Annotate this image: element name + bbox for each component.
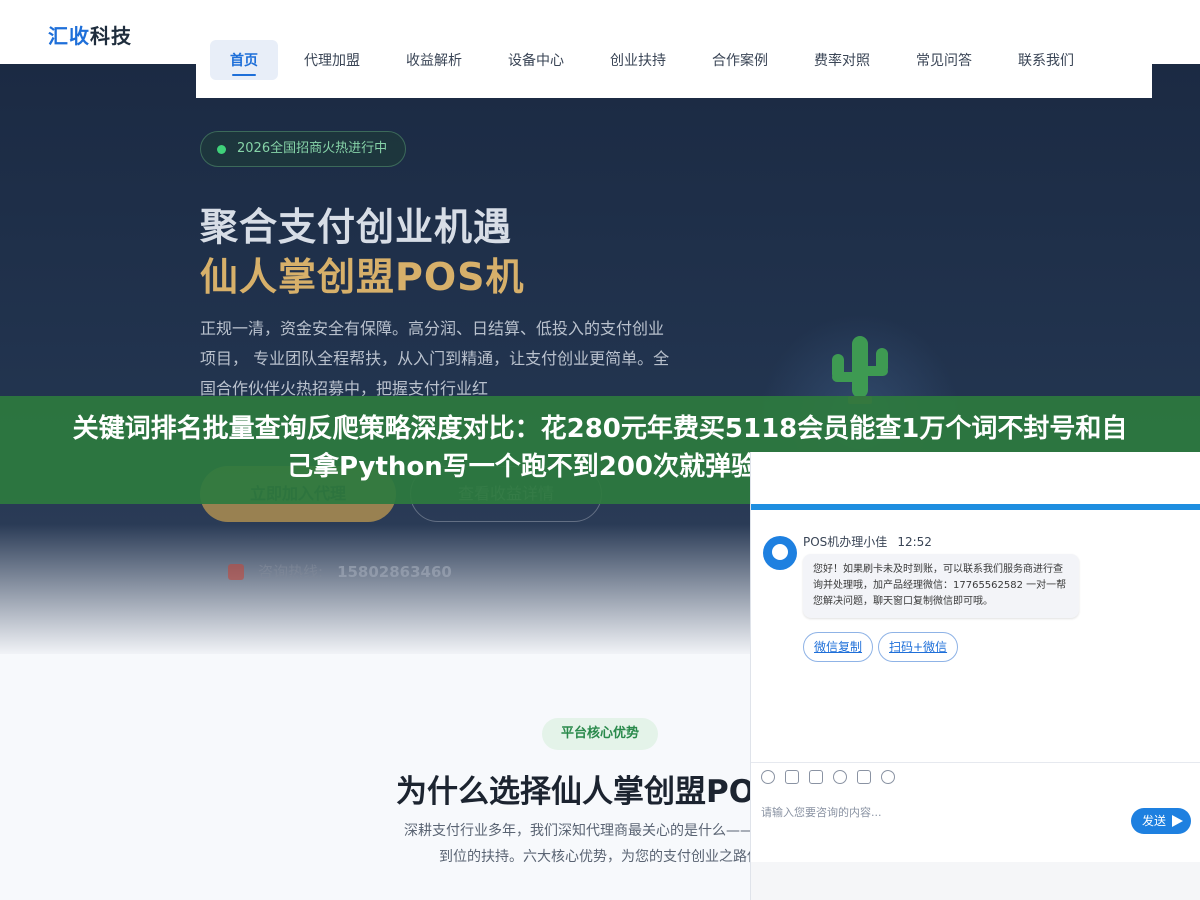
agent-message: 您好！如果刷卡未及时到账，可以联系我们服务商进行查询并处理哦，加产品经理微信：1… <box>803 554 1079 618</box>
hero-description: 正规一清，资金安全有保障。高分润、日结算、低投入的支付创业项目， 专业团队全程帮… <box>200 319 670 398</box>
nav-item-rates[interactable]: 费率对照 <box>794 40 890 80</box>
recruitment-badge: 2026全国招商火热进行中 <box>200 131 407 167</box>
minimize-icon[interactable]: − <box>1147 464 1167 484</box>
section-title: 为什么选择仙人掌创盟PO <box>396 774 756 810</box>
site-logo[interactable]: 汇收科技 <box>48 20 132 49</box>
message-time: 12:52 <box>897 535 932 549</box>
phone-icon <box>228 564 244 580</box>
nav-item-contact[interactable]: 联系我们 <box>998 40 1094 80</box>
chat-toolbar <box>761 770 905 784</box>
chat-input[interactable] <box>761 800 1121 824</box>
chat-footer <box>751 862 1200 900</box>
chat-header: − ▢ <box>751 452 1200 504</box>
copy-wechat-button[interactable]: 微信复制 <box>803 632 874 662</box>
hero-title-line1: 聚合支付创业机遇 <box>200 205 513 249</box>
hotline-number[interactable]: 15802863460 <box>337 563 452 581</box>
logo-part1: 汇收 <box>48 24 90 48</box>
hotline-label: 咨询热线: <box>258 563 324 581</box>
nav-item-earnings[interactable]: 收益解析 <box>386 40 482 80</box>
image-icon[interactable] <box>785 770 799 784</box>
agent-name: POS机办理小佳 <box>803 535 888 549</box>
audio-icon[interactable] <box>857 770 871 784</box>
agent-info: POS机办理小佳 12:52 <box>803 533 932 550</box>
screenshot-icon[interactable] <box>809 770 823 784</box>
chat-messages: POS机办理小佳 12:52 您好！如果刷卡未及时到账，可以联系我们服务商进行查询… <box>751 510 1200 762</box>
nav-item-agent-join[interactable]: 代理加盟 <box>284 40 380 80</box>
send-button[interactable]: 发送 <box>1131 808 1191 834</box>
section-pill: 平台核心优势 <box>542 718 658 750</box>
nav-item-devices[interactable]: 设备中心 <box>488 40 584 80</box>
chat-switch-icon[interactable] <box>881 770 895 784</box>
chat-divider <box>751 762 1200 763</box>
hotline: 咨询热线: 15802863460 <box>228 561 452 582</box>
agent-avatar <box>763 536 797 570</box>
chat-widget: − ▢ POS机办理小佳 12:52 您好！如果刷卡未及时到账，可以联系我们服务商… <box>750 452 1200 900</box>
nav-item-support[interactable]: 创业扶持 <box>590 40 686 80</box>
rating-icon[interactable] <box>833 770 847 784</box>
nav-item-home[interactable]: 首页 <box>210 40 278 80</box>
logo-part2: 科技 <box>90 24 132 48</box>
emoji-icon[interactable] <box>761 770 775 784</box>
nav-item-cases[interactable]: 合作案例 <box>692 40 788 80</box>
main-nav: 首页 代理加盟 收益解析 设备中心 创业扶持 合作案例 费率对照 常见问答 联系… <box>196 22 1152 98</box>
scan-wechat-button[interactable]: 扫码+微信 <box>878 632 959 662</box>
hero-title-line2: 仙人掌创盟POS机 <box>200 255 525 299</box>
nav-item-faq[interactable]: 常见问答 <box>896 40 992 80</box>
maximize-icon[interactable]: ▢ <box>1173 464 1193 484</box>
